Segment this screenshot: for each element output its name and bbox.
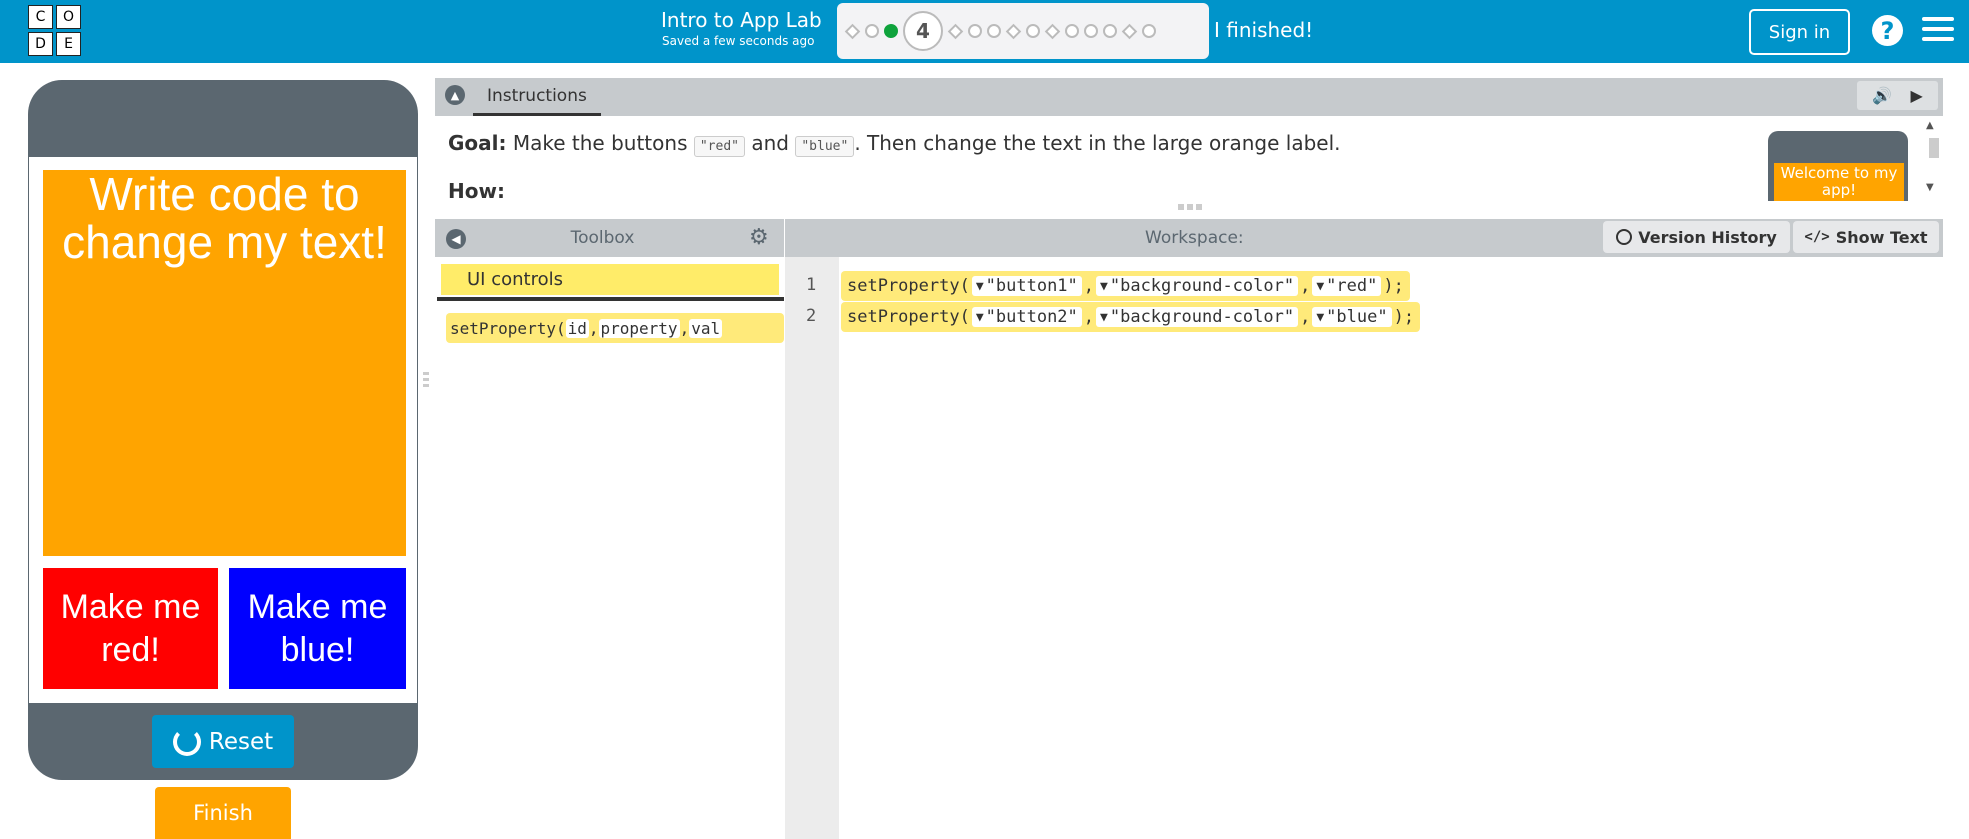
level-dot[interactable] — [865, 24, 879, 38]
level-dot[interactable] — [1142, 24, 1156, 38]
collapse-instructions-icon[interactable]: ▲ — [445, 85, 465, 105]
orange-text-label: Write code to change my text! — [43, 170, 406, 556]
level-dot[interactable] — [968, 24, 982, 38]
goal-text-part: . Then change the text in the large oran… — [854, 131, 1341, 155]
how-heading: How: — [448, 179, 505, 203]
code-block-line[interactable]: setProperty( ▼ "button1", ▼ "background-co… — [841, 271, 1410, 301]
make-me-red-button[interactable]: Make me red! — [43, 568, 218, 689]
logo-letter: E — [56, 32, 81, 56]
finish-button[interactable]: Finish — [155, 787, 291, 839]
panel-resize-handle[interactable] — [423, 372, 431, 398]
logo-letter: O — [56, 5, 81, 29]
reset-label: Reset — [208, 728, 274, 755]
category-divider — [437, 297, 784, 301]
scrollbar-thumb[interactable] — [1929, 138, 1939, 158]
argument-dropdown[interactable]: ▼ "background-color" — [1096, 276, 1299, 296]
dropdown-triangle-icon: ▼ — [1316, 278, 1325, 294]
current-level-bubble[interactable]: 4 — [903, 11, 943, 51]
block-param: id — [565, 318, 589, 338]
vertical-resize-handle[interactable] — [1178, 204, 1202, 212]
workspace-title: Workspace: — [1145, 228, 1244, 248]
reset-icon — [172, 727, 201, 756]
logo-letter: D — [28, 32, 53, 56]
dropdown-triangle-icon: ▼ — [1316, 309, 1325, 325]
code-icon: </> — [1804, 229, 1830, 245]
tab-instructions[interactable]: Instructions — [473, 78, 601, 116]
audio-controls: 🔊 ▶ — [1857, 81, 1938, 110]
show-text-label: Show Text — [1835, 227, 1928, 247]
code-org-logo[interactable]: C O D E — [28, 5, 84, 57]
statement-end: ); — [1393, 307, 1415, 327]
scroll-up-icon[interactable]: ▲ — [1926, 120, 1934, 131]
level-dot[interactable] — [1065, 24, 1079, 38]
level-dot[interactable] — [1103, 24, 1117, 38]
line-number: 1 — [806, 275, 817, 295]
level-dot[interactable] — [1026, 24, 1040, 38]
workspace-canvas[interactable] — [839, 257, 1943, 839]
dropdown-triangle-icon: ▼ — [975, 309, 984, 325]
speaker-icon[interactable]: 🔊 — [1872, 86, 1892, 105]
toolbox-title: Toolbox — [570, 228, 635, 248]
sign-in-button[interactable]: Sign in — [1749, 9, 1850, 55]
level-dot[interactable] — [947, 23, 964, 39]
level-dot[interactable] — [1044, 23, 1061, 39]
code-chip-blue: "blue" — [795, 136, 855, 157]
block-param: property — [598, 318, 680, 338]
make-me-blue-button[interactable]: Make me blue! — [229, 568, 406, 689]
show-text-button[interactable]: </> Show Text — [1793, 221, 1939, 253]
level-dot[interactable] — [844, 23, 861, 39]
argument-dropdown[interactable]: ▼ "blue" — [1312, 307, 1392, 327]
goal-text: Goal: Make the buttons "red" and "blue".… — [448, 131, 1341, 157]
goal-text-part: Make the buttons — [512, 131, 688, 155]
goal-label: Goal: — [448, 131, 507, 155]
block-param: val — [689, 318, 723, 338]
dropdown-triangle-icon: ▼ — [1100, 278, 1108, 294]
argument-dropdown[interactable]: ▼ "button1" — [971, 276, 1082, 296]
level-progress: 4 — [837, 3, 1209, 59]
function-name: setProperty( — [847, 307, 970, 327]
level-dot[interactable] — [1084, 24, 1098, 38]
help-icon[interactable]: ? — [1872, 15, 1903, 46]
setproperty-palette-block[interactable]: setProperty(id, property, val — [446, 313, 784, 343]
lesson-title[interactable]: Intro to App Lab — [661, 8, 822, 32]
block-name: setProperty( — [450, 318, 566, 338]
finished-link[interactable]: I finished! — [1214, 18, 1313, 42]
scroll-down-icon[interactable]: ▼ — [1926, 182, 1934, 193]
level-dot[interactable] — [987, 24, 1001, 38]
reset-button[interactable]: Reset — [152, 715, 294, 768]
logo-letter: C — [28, 5, 53, 29]
argument-dropdown[interactable]: ▼ "red" — [1312, 276, 1382, 296]
level-dot[interactable] — [1005, 23, 1022, 39]
play-icon[interactable]: ▶ — [1910, 86, 1922, 105]
code-block-line[interactable]: setProperty( ▼ "button2", ▼ "background-co… — [841, 302, 1421, 332]
dropdown-triangle-icon: ▼ — [975, 278, 984, 294]
argument-dropdown[interactable]: ▼ "button2" — [971, 307, 1082, 327]
hamburger-menu-icon[interactable] — [1922, 17, 1954, 45]
dropdown-triangle-icon: ▼ — [1100, 309, 1108, 325]
line-number: 2 — [806, 306, 817, 326]
function-name: setProperty( — [847, 276, 970, 296]
version-history-button[interactable]: Version History — [1603, 221, 1790, 253]
thumbnail-label: Welcome to my app! — [1774, 163, 1904, 201]
version-history-label: Version History — [1638, 227, 1777, 247]
clock-icon — [1616, 229, 1633, 245]
instructions-body — [435, 116, 1943, 202]
gear-icon[interactable]: ⚙ — [749, 227, 771, 249]
goal-text-part: and — [751, 131, 789, 155]
code-chip-red: "red" — [693, 136, 745, 157]
statement-end: ); — [1383, 276, 1404, 296]
toolbox-body — [435, 257, 784, 839]
line-number-gutter — [785, 257, 839, 839]
category-ui-controls[interactable]: UI controls — [441, 264, 779, 295]
argument-dropdown[interactable]: ▼ "background-color" — [1096, 307, 1299, 327]
level-dot[interactable] — [1121, 23, 1138, 39]
level-dot-completed[interactable] — [884, 24, 898, 38]
instructions-scrollbar[interactable]: ▲ ▼ — [1926, 120, 1940, 200]
instructions-header — [435, 78, 1943, 116]
saved-status: Saved a few seconds ago — [662, 34, 815, 48]
